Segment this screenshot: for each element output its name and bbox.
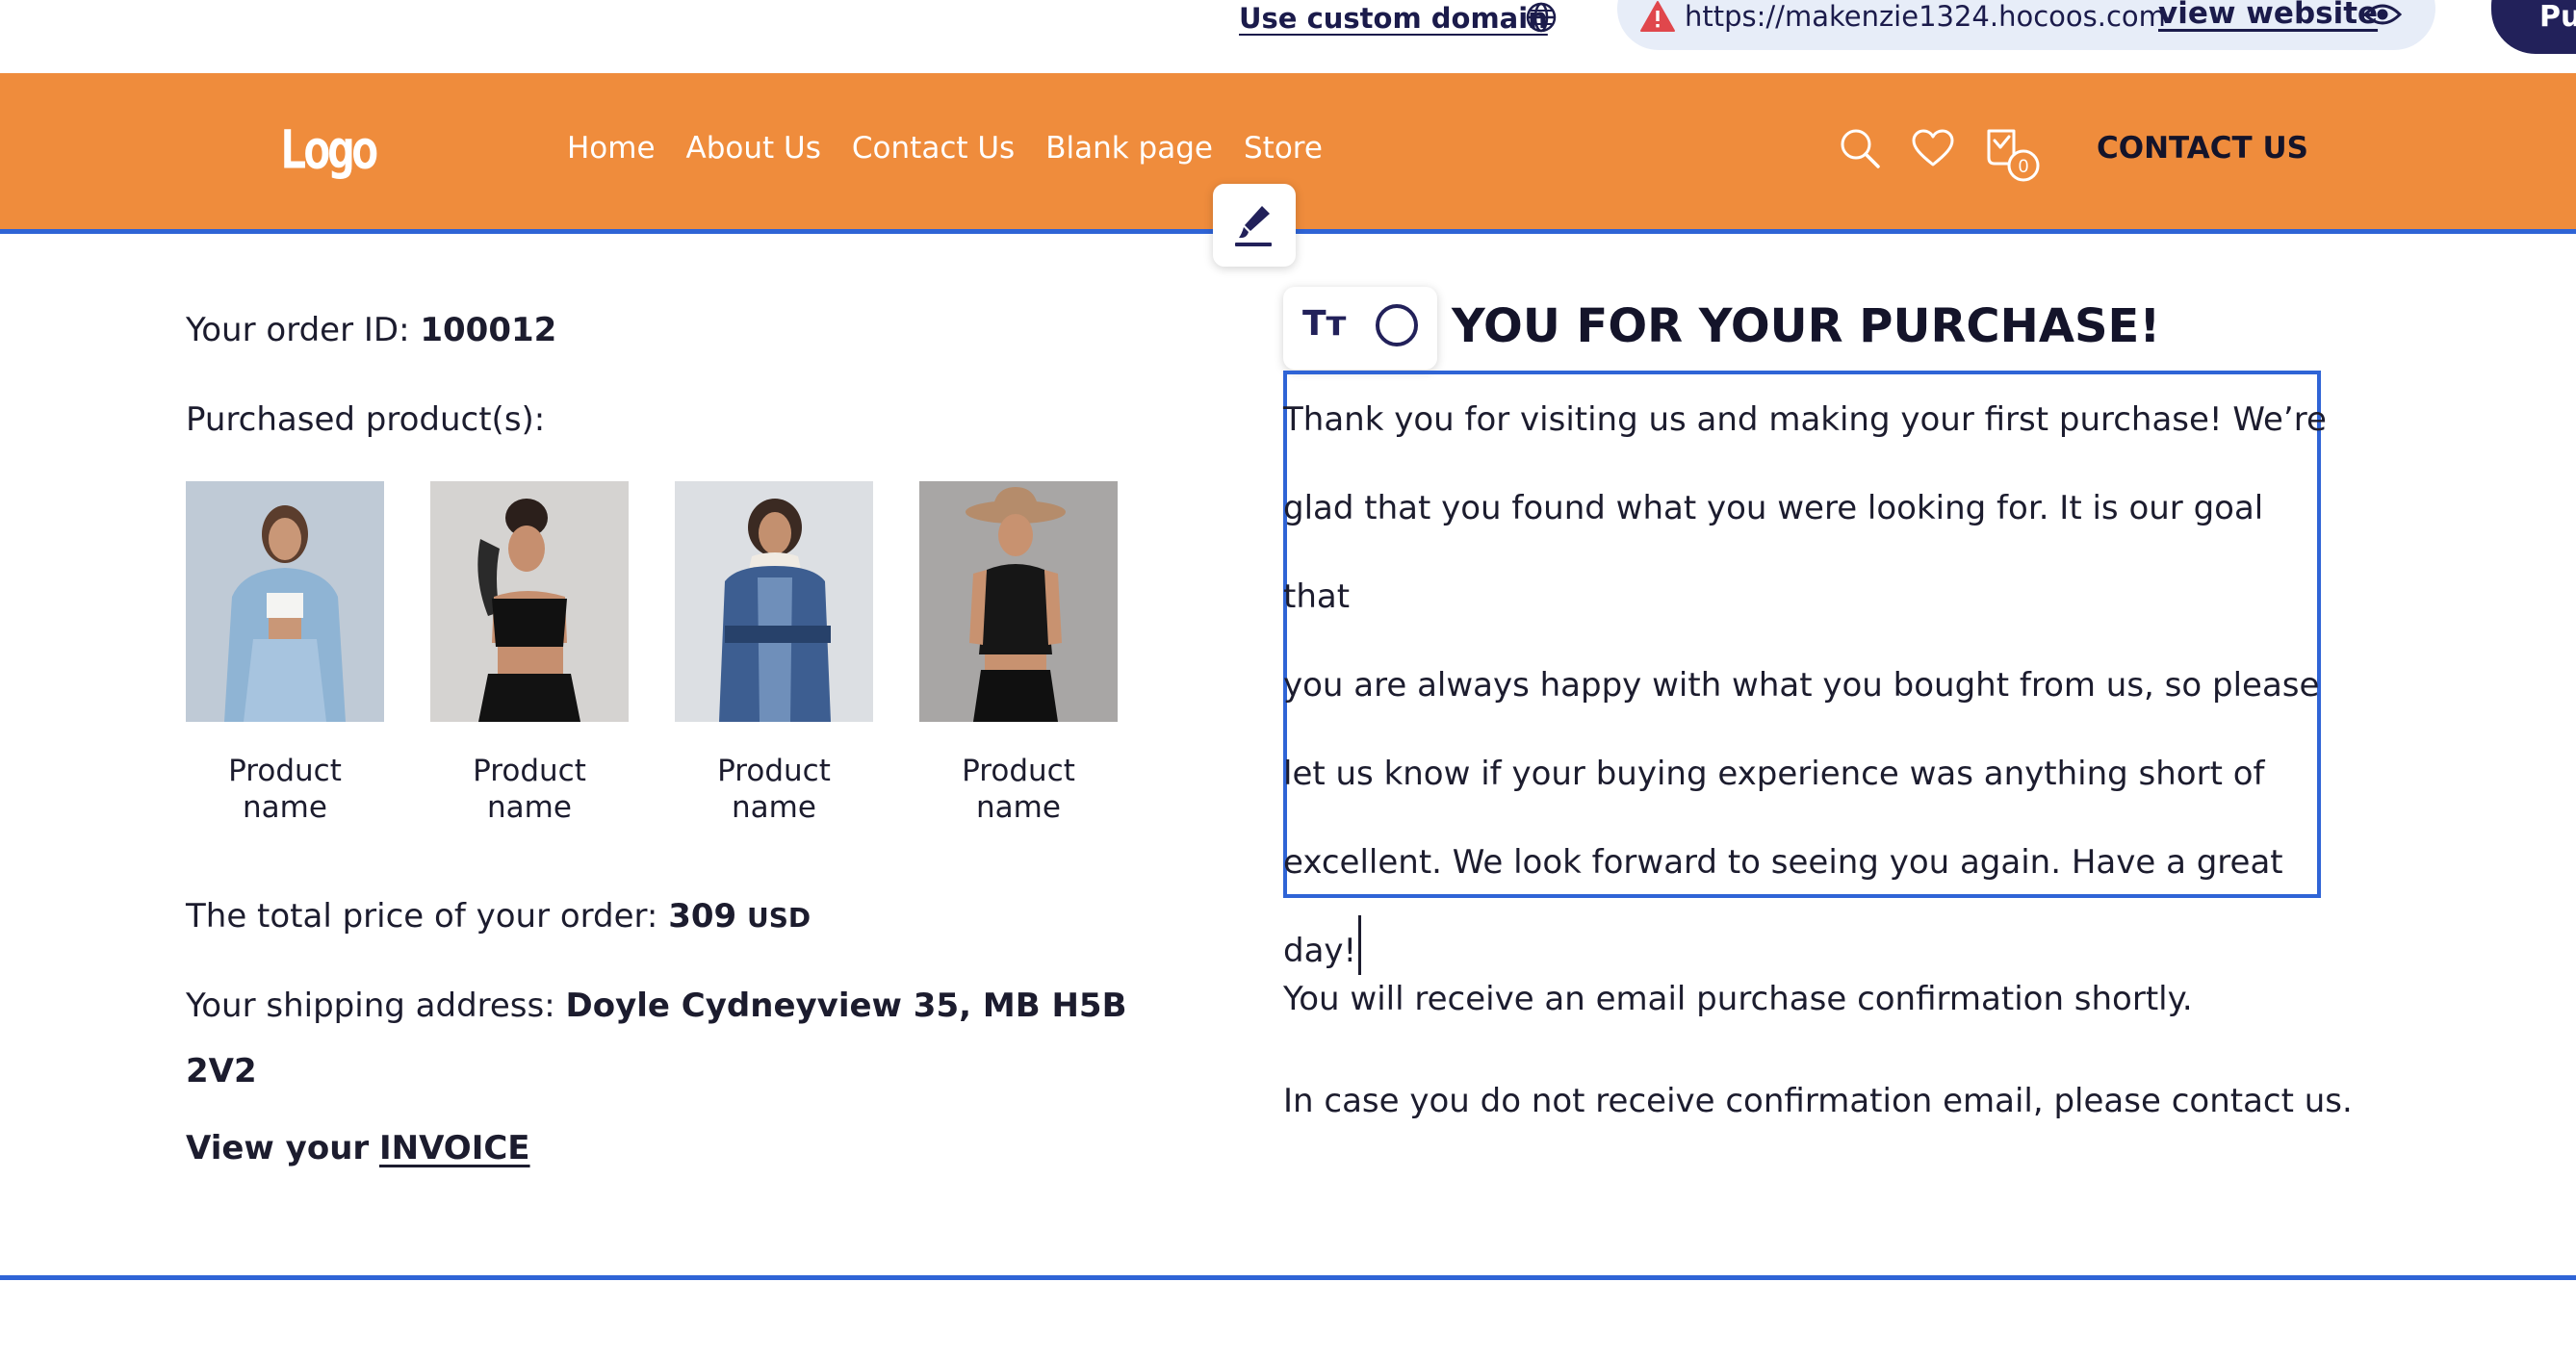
site-logo[interactable]: Logo (279, 119, 379, 181)
view-invoice-row: View your INVOICE (186, 1129, 530, 1167)
product-name-line: name (976, 790, 1061, 825)
view-website-link[interactable]: view website (2158, 0, 2378, 31)
product-photo-3 (675, 481, 873, 722)
cart-icon[interactable]: 0 (1985, 125, 2045, 185)
circle-icon[interactable] (1376, 304, 1418, 346)
paragraph-line: excellent. We look forward to seeing you… (1283, 843, 2283, 882)
confirmation-note: You will receive an email purchase confi… (1283, 980, 2193, 1018)
text-size-icon[interactable]: Tт (1302, 304, 1346, 344)
product-name-line: name (732, 790, 816, 825)
nav-item-blank-page[interactable]: Blank page (1045, 131, 1213, 166)
heart-icon[interactable] (1912, 129, 1954, 167)
product-name: Product name (430, 753, 629, 826)
shipping-address-line1: Doyle Cydneyview 35, MB H5B (565, 987, 1127, 1025)
product-name-line: Product (228, 754, 342, 788)
product-image[interactable] (186, 481, 384, 722)
product-name: Product name (675, 753, 873, 826)
order-id-value: 100012 (420, 311, 557, 349)
paragraph-line: you are always happy with what you bough… (1283, 666, 2320, 705)
publish-button-label: Pu (2539, 0, 2576, 34)
product-image[interactable] (430, 481, 629, 722)
order-id-label: Your order ID: (186, 311, 410, 349)
thank-you-heading[interactable]: YOU FOR YOUR PURCHASE! (1452, 299, 2160, 353)
nav-item-store[interactable]: Store (1244, 131, 1323, 166)
nav-item-contact-us[interactable]: Contact Us (852, 131, 1015, 166)
invoice-link[interactable]: INVOICE (379, 1129, 530, 1167)
paragraph-line: let us know if your buying experience wa… (1283, 755, 2265, 793)
thank-you-paragraph[interactable]: Thank you for visiting us and making you… (1283, 375, 2332, 995)
product-photo-1 (186, 481, 384, 722)
shipping-address-line2-text: 2V2 (186, 1052, 257, 1090)
eye-icon[interactable] (2363, 0, 2402, 29)
edit-style-button[interactable] (1213, 184, 1296, 267)
paragraph-line: glad that you found what you were lookin… (1283, 489, 2264, 616)
product-photo-4 (919, 481, 1118, 722)
text-caret (1358, 915, 1362, 975)
publish-button[interactable]: Pu (2491, 0, 2576, 54)
contact-note: In case you do not receive confirmation … (1283, 1082, 2353, 1120)
product-image[interactable] (919, 481, 1118, 722)
section-divider (0, 1275, 2576, 1280)
text-toolbar: Tт (1283, 287, 1437, 370)
globe-icon[interactable] (1524, 0, 1558, 35)
order-total-value: 309 (668, 897, 737, 936)
product-photo-2 (430, 481, 629, 722)
product-name-line: name (487, 790, 572, 825)
contact-us-button[interactable]: CONTACT US (2097, 131, 2308, 166)
site-url: https://makenzie1324.hocoos.com (1685, 0, 2166, 33)
product-name: Product name (919, 753, 1118, 826)
view-invoice-label: View your (186, 1129, 370, 1167)
product-name-line: Product (962, 754, 1075, 788)
order-currency: USD (747, 902, 811, 934)
warning-icon (1640, 1, 1675, 32)
order-total-row: The total price of your order: 309 USD (186, 897, 811, 936)
order-total-label: The total price of your order: (186, 897, 658, 936)
use-custom-domain-link[interactable]: Use custom domain (1239, 2, 1548, 35)
nav-item-about-us[interactable]: About Us (686, 131, 821, 166)
search-icon[interactable] (1839, 127, 1881, 169)
product-name-line: Product (717, 754, 831, 788)
shipping-address-line2: 2V2 (186, 1052, 257, 1090)
brush-icon (1235, 206, 1272, 246)
purchased-products-label: Purchased product(s): (186, 400, 546, 439)
paragraph-line: day! (1283, 932, 1357, 970)
product-name-line: name (243, 790, 327, 825)
paragraph-line: Thank you for visiting us and making you… (1283, 400, 2327, 439)
order-id-row: Your order ID: 100012 (186, 311, 556, 349)
main-nav: Home About Us Contact Us Blank page Stor… (567, 131, 1323, 166)
shipping-address-row: Your shipping address: Doyle Cydneyview … (186, 987, 1126, 1025)
cart-count-badge: 0 (2019, 157, 2029, 177)
product-image[interactable] (675, 481, 873, 722)
shipping-address-label: Your shipping address: (186, 987, 555, 1025)
nav-item-home[interactable]: Home (567, 131, 656, 166)
product-name-line: Product (473, 754, 586, 788)
editor-top-bar: Use custom domain https://makenzie1324.h… (0, 0, 2576, 73)
product-name: Product name (186, 753, 384, 826)
